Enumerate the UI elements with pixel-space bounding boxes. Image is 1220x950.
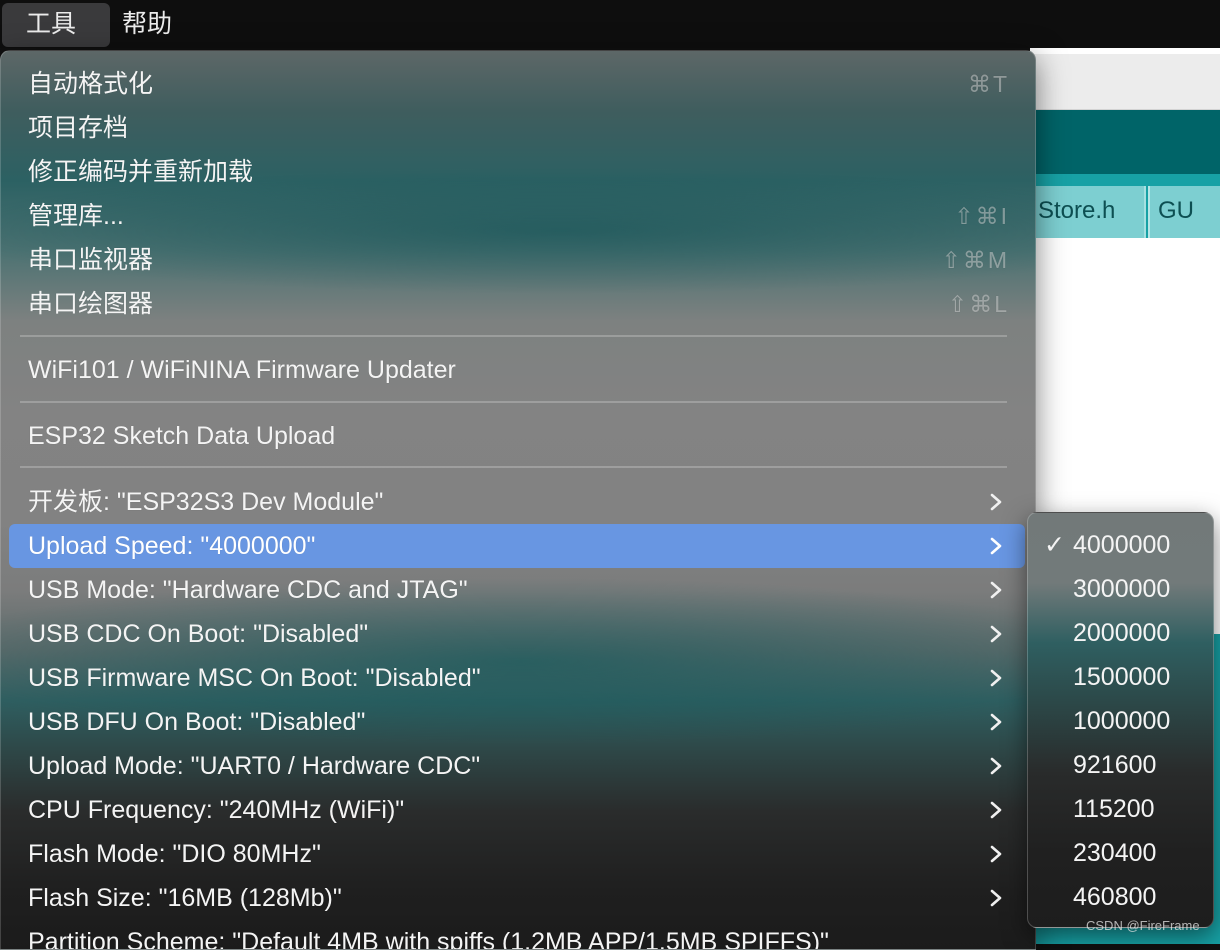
watermark-text: CSDN @FireFrame: [1086, 918, 1200, 933]
submenu-option-921600[interactable]: 921600: [1028, 743, 1213, 787]
submenu-option-label: 230400: [1073, 839, 1157, 867]
menu-item-flash-mode[interactable]: Flash Mode: "DIO 80MHz": [9, 832, 1025, 876]
submenu-option-label: 2000000: [1073, 619, 1171, 647]
submenu-option-1000000[interactable]: 1000000: [1028, 699, 1213, 743]
menu-separator: [20, 335, 1007, 337]
submenu-option-115200[interactable]: 115200: [1028, 787, 1213, 831]
menu-item-serial-monitor[interactable]: 串口监视器 ⇧⌘M: [9, 238, 1025, 282]
chevron-right-icon: [989, 788, 1007, 832]
menu-item-label: Upload Speed: "4000000": [28, 532, 316, 560]
menu-item-label: Partition Scheme: "Default 4MB with spif…: [28, 928, 829, 950]
menu-item-label: 开发板: "ESP32S3 Dev Module": [28, 488, 384, 516]
menu-item-flash-size[interactable]: Flash Size: "16MB (128Mb)": [9, 876, 1025, 920]
checkmark-icon: ✓: [1044, 531, 1065, 559]
menu-bar-item-tools[interactable]: 工具: [2, 3, 110, 47]
submenu-option-2000000[interactable]: 2000000: [1028, 611, 1213, 655]
menu-item-label: 管理库...: [28, 202, 124, 230]
submenu-option-label: 1500000: [1073, 663, 1171, 691]
menu-item-cpu-frequency[interactable]: CPU Frequency: "240MHz (WiFi)": [9, 788, 1025, 832]
menu-item-label: 自动格式化: [28, 70, 154, 98]
ide-tab-bar: Store.h GU: [1030, 174, 1220, 238]
shortcut-label: ⇧⌘M: [941, 247, 1009, 273]
menu-item-label: ESP32 Sketch Data Upload: [28, 422, 336, 450]
submenu-option-3000000[interactable]: 3000000: [1028, 567, 1213, 611]
submenu-option-label: 921600: [1073, 751, 1157, 779]
menu-bar: 工具 帮助: [0, 0, 1220, 48]
chevron-right-icon: [989, 568, 1007, 612]
menu-item-partition-scheme[interactable]: Partition Scheme: "Default 4MB with spif…: [9, 920, 1025, 950]
submenu-option-label: 115200: [1073, 795, 1155, 823]
chevron-right-icon: [989, 832, 1007, 876]
submenu-option-460800[interactable]: 460800: [1028, 875, 1213, 919]
submenu-option-label: 3000000: [1073, 575, 1171, 603]
menu-separator: [20, 401, 1007, 403]
menu-item-label: Flash Size: "16MB (128Mb)": [28, 884, 342, 912]
menu-item-wifi-firmware-updater[interactable]: WiFi101 / WiFiNINA Firmware Updater: [9, 348, 1025, 392]
menu-item-upload-mode[interactable]: Upload Mode: "UART0 / Hardware CDC": [9, 744, 1025, 788]
menu-item-auto-format[interactable]: 自动格式化 ⌘T: [9, 62, 1025, 106]
tools-menu: 自动格式化 ⌘T 项目存档 修正编码并重新加载 管理库... ⇧⌘I 串口监视器…: [0, 50, 1036, 950]
tab-store-h[interactable]: Store.h: [1030, 186, 1146, 238]
chevron-right-icon: [989, 656, 1007, 700]
chevron-right-icon: [989, 524, 1007, 568]
shortcut-label: ⌘T: [967, 71, 1009, 97]
chevron-right-icon: [989, 480, 1007, 524]
menu-item-label: USB CDC On Boot: "Disabled": [28, 620, 369, 648]
chevron-right-icon: [989, 700, 1007, 744]
menu-bar-item-help[interactable]: 帮助: [98, 3, 196, 47]
menu-item-label: CPU Frequency: "240MHz (WiFi)": [28, 796, 405, 824]
menu-separator: [20, 466, 1007, 468]
menu-item-usb-firmware-msc[interactable]: USB Firmware MSC On Boot: "Disabled": [9, 656, 1025, 700]
menu-item-label: WiFi101 / WiFiNINA Firmware Updater: [28, 356, 456, 384]
chevron-right-icon: [989, 612, 1007, 656]
submenu-option-label: 460800: [1073, 883, 1157, 911]
chevron-right-icon: [989, 876, 1007, 920]
menu-item-label: Flash Mode: "DIO 80MHz": [28, 840, 321, 868]
menu-item-serial-plotter[interactable]: 串口绘图器 ⇧⌘L: [9, 282, 1025, 326]
submenu-option-4000000[interactable]: ✓ 4000000: [1028, 523, 1213, 567]
menu-item-label: USB Mode: "Hardware CDC and JTAG": [28, 576, 468, 604]
menu-item-label: Upload Mode: "UART0 / Hardware CDC": [28, 752, 481, 780]
menu-item-usb-dfu-on-boot[interactable]: USB DFU On Boot: "Disabled": [9, 700, 1025, 744]
menu-item-upload-speed[interactable]: Upload Speed: "4000000": [9, 524, 1025, 568]
menu-item-label: 修正编码并重新加载: [28, 158, 254, 186]
chevron-right-icon: [989, 744, 1007, 788]
menu-item-label: 项目存档: [28, 114, 129, 142]
ide-header: [1030, 110, 1220, 174]
submenu-option-230400[interactable]: 230400: [1028, 831, 1213, 875]
menu-item-label: 串口监视器: [28, 246, 154, 274]
menu-item-label: USB DFU On Boot: "Disabled": [28, 708, 366, 736]
ide-toolbar: [1030, 54, 1220, 110]
menu-item-manage-libraries[interactable]: 管理库... ⇧⌘I: [9, 194, 1025, 238]
menu-item-label: USB Firmware MSC On Boot: "Disabled": [28, 664, 481, 692]
submenu-option-label: 4000000: [1073, 531, 1171, 559]
shortcut-label: ⇧⌘L: [947, 291, 1009, 317]
menu-item-esp32-data-upload[interactable]: ESP32 Sketch Data Upload: [9, 414, 1025, 458]
menu-item-usb-cdc-on-boot[interactable]: USB CDC On Boot: "Disabled": [9, 612, 1025, 656]
shortcut-label: ⇧⌘I: [954, 203, 1009, 229]
tab-gu[interactable]: GU: [1148, 186, 1220, 238]
menu-item-usb-mode[interactable]: USB Mode: "Hardware CDC and JTAG": [9, 568, 1025, 612]
menu-item-archive-sketch[interactable]: 项目存档: [9, 106, 1025, 150]
menu-item-fix-encoding[interactable]: 修正编码并重新加载: [9, 150, 1025, 194]
submenu-option-label: 1000000: [1073, 707, 1171, 735]
menu-item-board[interactable]: 开发板: "ESP32S3 Dev Module": [9, 480, 1025, 524]
menu-item-label: 串口绘图器: [28, 290, 154, 318]
submenu-option-1500000[interactable]: 1500000: [1028, 655, 1213, 699]
upload-speed-submenu: ✓ 4000000 3000000 2000000 1500000 100000…: [1027, 512, 1214, 928]
